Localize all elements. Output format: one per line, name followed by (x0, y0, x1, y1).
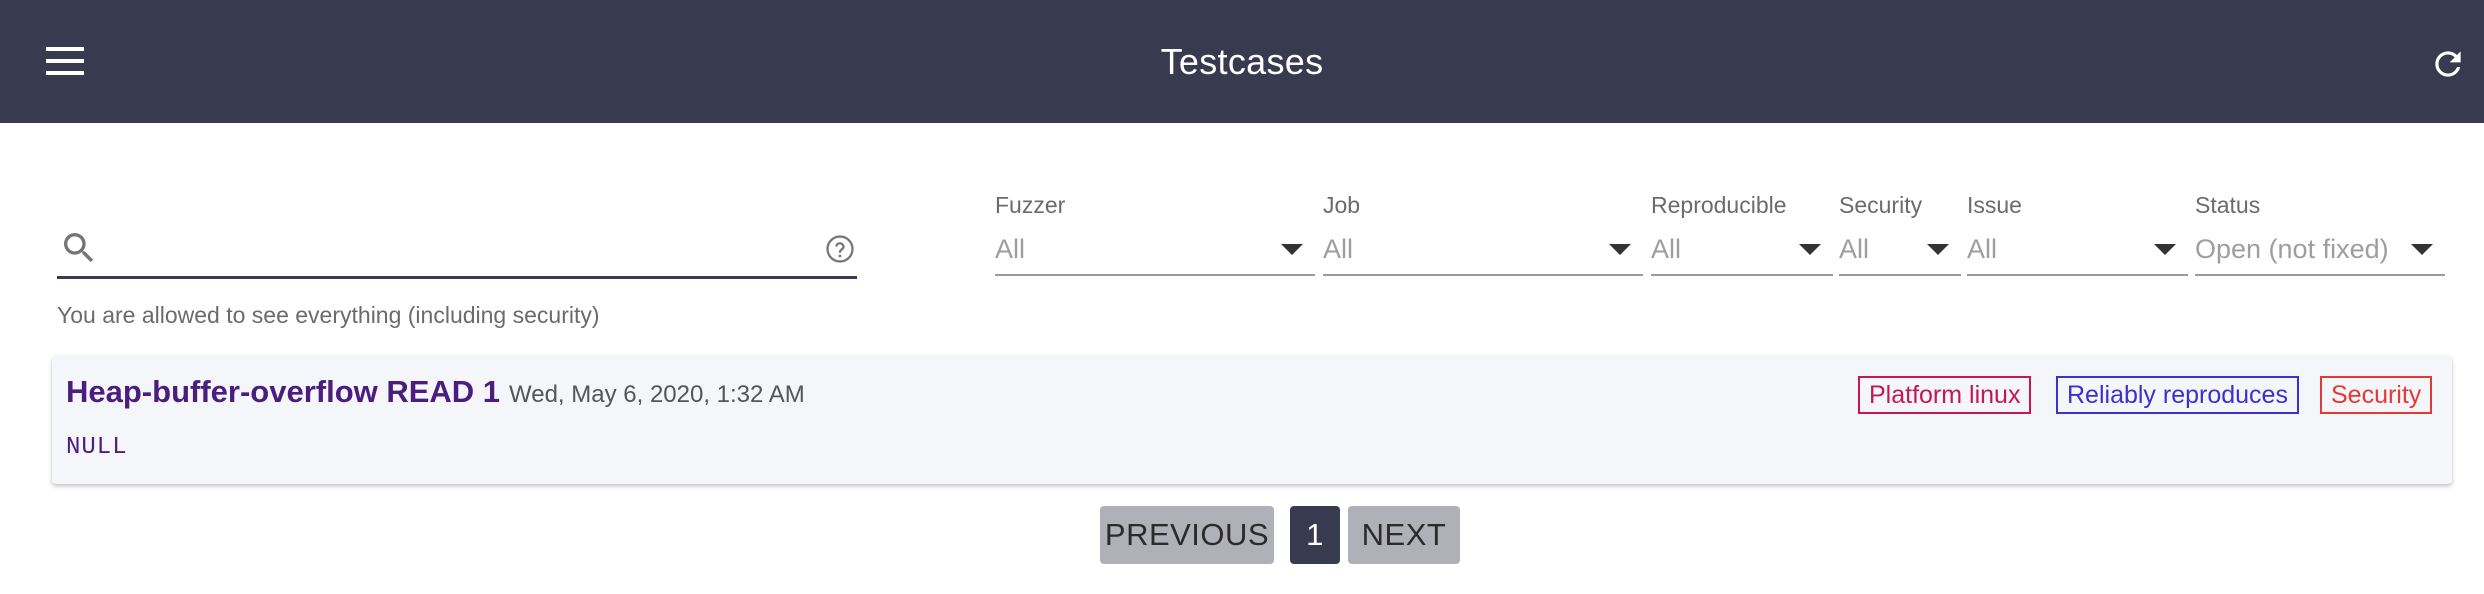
filter-label: Job (1323, 192, 1361, 218)
filter-value: All (1323, 234, 1354, 264)
platform-badge: Platform linux (1858, 376, 2032, 414)
search-field (57, 222, 857, 279)
issue-select[interactable]: All (1967, 230, 2188, 276)
menu-icon (46, 47, 84, 75)
permission-note: You are allowed to see everything (inclu… (57, 302, 600, 328)
filter-value: All (1967, 234, 1998, 264)
filter-label: Fuzzer (995, 192, 1066, 218)
dropdown-arrow-icon (1927, 244, 1949, 255)
refresh-button[interactable] (2420, 36, 2476, 92)
dropdown-arrow-icon (2154, 244, 2176, 255)
filter-issue: Issue All (1967, 192, 2188, 276)
filter-value: Open (not fixed) (2195, 234, 2389, 264)
filter-label: Status (2195, 192, 2261, 218)
dropdown-arrow-icon (1799, 244, 1821, 255)
security-select[interactable]: All (1839, 230, 1961, 276)
refresh-icon (2435, 51, 2461, 77)
next-page-button[interactable]: NEXT (1348, 506, 1460, 564)
crash-state: NULL (66, 434, 128, 461)
dropdown-arrow-icon (1281, 244, 1303, 255)
status-select[interactable]: Open (not fixed) (2195, 230, 2445, 276)
page-title: Testcases (1160, 40, 1324, 82)
page-number-button[interactable]: 1 (1290, 506, 1340, 564)
filter-label: Reproducible (1651, 192, 1787, 218)
crash-type-link[interactable]: Heap-buffer-overflow READ 1 (66, 374, 500, 410)
filter-security: Security All (1839, 192, 1961, 276)
search-icon (59, 228, 99, 273)
reproducible-select[interactable]: All (1651, 230, 1833, 276)
testcase-card: Heap-buffer-overflow READ 1 Wed, May 6, … (52, 356, 2452, 484)
filter-value: All (995, 234, 1026, 264)
filter-value: All (1651, 234, 1682, 264)
fuzzer-select[interactable]: All (995, 230, 1315, 276)
dropdown-arrow-icon (2411, 244, 2433, 255)
filter-job: Job All (1323, 192, 1643, 276)
app-bar: Testcases (0, 0, 2484, 123)
previous-page-button[interactable]: PREVIOUS (1100, 506, 1274, 564)
filter-label: Issue (1967, 192, 2022, 218)
search-input[interactable] (111, 226, 795, 272)
reproducible-badge: Reliably reproduces (2056, 376, 2299, 414)
dropdown-arrow-icon (1609, 244, 1631, 255)
testcase-timestamp: Wed, May 6, 2020, 1:32 AM (509, 381, 805, 408)
filter-status: Status Open (not fixed) (2195, 192, 2445, 276)
security-badge: Security (2320, 376, 2433, 414)
job-select[interactable]: All (1323, 230, 1643, 276)
filter-value: All (1839, 234, 1870, 264)
filter-fuzzer: Fuzzer All (995, 192, 1315, 276)
menu-button[interactable] (30, 36, 100, 86)
filter-reproducible: Reproducible All (1651, 192, 1833, 276)
filter-label: Security (1839, 192, 1923, 218)
help-icon[interactable] (825, 234, 855, 269)
